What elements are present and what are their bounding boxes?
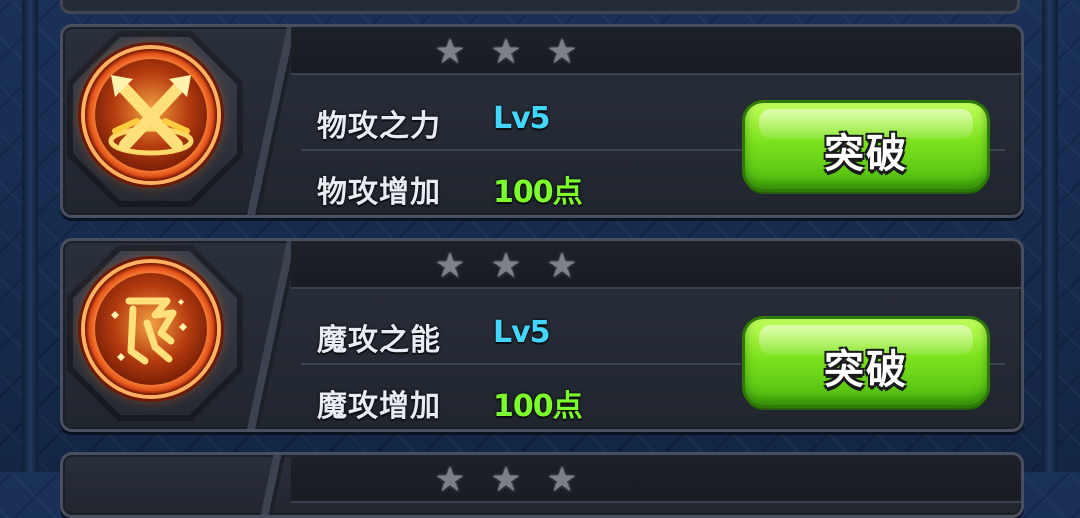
star-icon: ★	[490, 246, 522, 286]
breakthrough-button[interactable]: 突破	[745, 319, 987, 405]
bonus-name: 物攻增加	[317, 175, 441, 210]
bonus-value: 100点	[493, 175, 583, 210]
previous-card-edge	[60, 0, 1020, 14]
star-icon: ★	[490, 460, 522, 500]
star-icon: ★	[546, 32, 578, 72]
star-icon: ★	[434, 32, 466, 72]
right-rail	[1042, 0, 1058, 472]
skill-card: ★ ★ ★ 物攻之力 Lv5 物攻增加 100点 突破	[60, 24, 1024, 218]
stat-level: Lv5	[493, 315, 551, 350]
bonus-name: 魔攻增加	[317, 389, 441, 424]
star-icon: ★	[434, 460, 466, 500]
left-rail	[22, 0, 38, 472]
skill-card: ★ ★ ★ 魔攻之能 Lv5 魔攻增加 100点 突破	[60, 238, 1024, 432]
star-rating: ★ ★ ★	[291, 27, 1021, 75]
star-icon: ★	[490, 32, 522, 72]
bonus-value: 100点	[493, 389, 583, 424]
stat-level: Lv5	[493, 101, 551, 136]
stat-name: 魔攻之能	[317, 323, 441, 358]
star-rating: ★ ★ ★	[291, 241, 1021, 289]
star-icon: ★	[434, 246, 466, 286]
star-icon: ★	[546, 246, 578, 286]
star-icon: ★	[546, 460, 578, 500]
crossed-swords-icon	[85, 49, 217, 181]
star-rating: ★ ★ ★	[291, 455, 1021, 503]
magic-rune-icon	[85, 263, 217, 395]
skill-card-partial: ★ ★ ★	[60, 452, 1024, 518]
breakthrough-button-label: 突破	[824, 347, 908, 393]
stat-name: 物攻之力	[317, 109, 441, 144]
breakthrough-button-label: 突破	[824, 131, 908, 177]
breakthrough-button[interactable]: 突破	[745, 103, 987, 189]
